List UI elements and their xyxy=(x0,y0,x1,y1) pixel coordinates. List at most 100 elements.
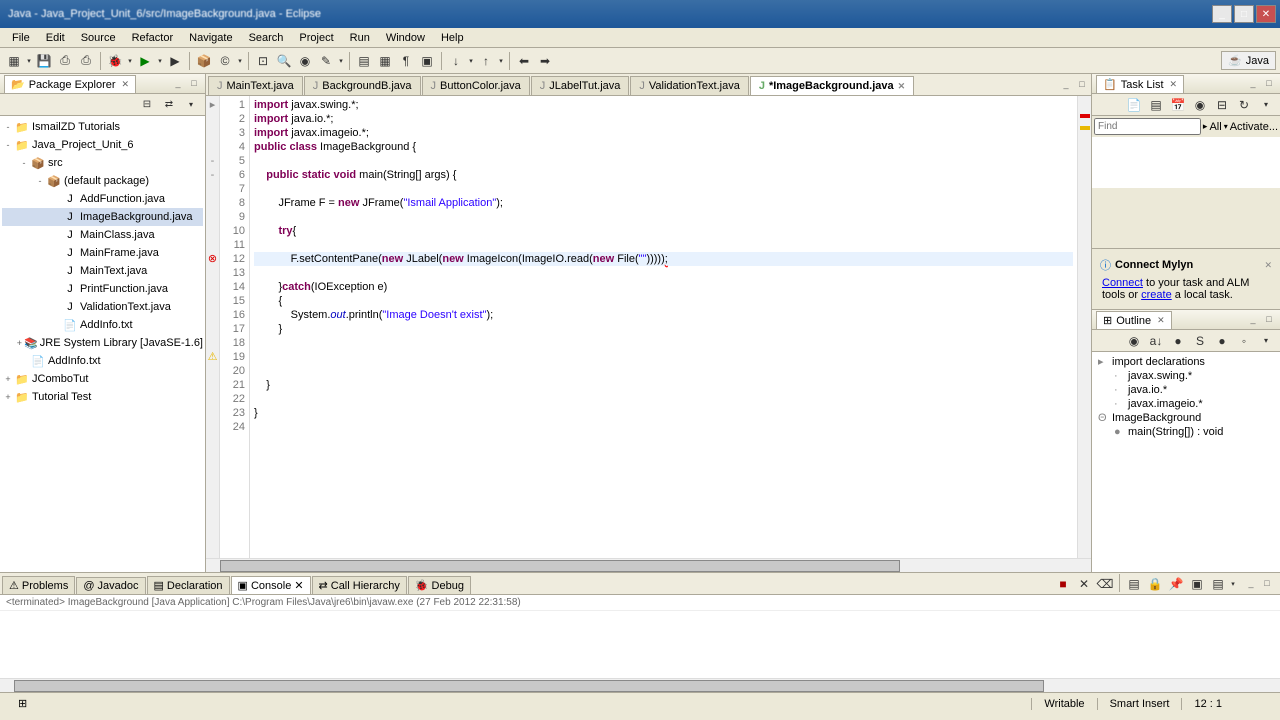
close-tab-icon[interactable]: ✕ xyxy=(898,81,906,92)
expand-toggle[interactable]: - xyxy=(2,140,14,150)
marker-gutter[interactable]: ▸--⊗⚠ xyxy=(206,96,220,558)
dropdown-icon[interactable]: ▾ xyxy=(25,51,33,71)
dropdown-icon[interactable]: ▾ xyxy=(126,51,134,71)
menu-run[interactable]: Run xyxy=(342,30,378,46)
prev-annotation-button[interactable]: ↑ xyxy=(476,51,496,71)
find-dropdown-icon[interactable]: ▾ xyxy=(1224,122,1228,131)
expand-toggle[interactable] xyxy=(50,212,62,222)
editor-hscrollbar[interactable] xyxy=(206,558,1091,572)
annotation-button[interactable]: ✎ xyxy=(316,51,336,71)
maximize-view-button[interactable]: □ xyxy=(1262,78,1276,90)
new-class-button[interactable]: © xyxy=(215,51,235,71)
expand-toggle[interactable] xyxy=(50,302,62,312)
dropdown-icon[interactable]: ▾ xyxy=(337,51,345,71)
editor-tab[interactable]: JBackgroundB.java xyxy=(304,76,421,95)
close-icon[interactable]: ✕ xyxy=(122,79,130,90)
bottom-tab-declaration[interactable]: ▤Declaration xyxy=(147,576,230,594)
console-hscrollbar[interactable] xyxy=(0,678,1280,692)
expand-toggle[interactable] xyxy=(50,248,62,258)
overview-ruler[interactable] xyxy=(1077,96,1091,558)
editor-tab[interactable]: JButtonColor.java xyxy=(422,76,530,95)
bottom-tab-javadoc[interactable]: @Javadoc xyxy=(76,577,145,594)
expand-toggle[interactable] xyxy=(50,230,62,240)
maximize-editor-button[interactable]: □ xyxy=(1075,79,1089,91)
tree-item[interactable]: JImageBackground.java xyxy=(2,208,203,226)
menu-refactor[interactable]: Refactor xyxy=(124,30,182,46)
view-menu-button[interactable]: ▾ xyxy=(1256,95,1276,115)
minimize-button[interactable]: _ xyxy=(1212,5,1232,23)
terminate-button[interactable]: ■ xyxy=(1053,574,1073,594)
open-console-button[interactable]: ▤ xyxy=(1208,574,1228,594)
expand-toggle[interactable] xyxy=(50,266,62,276)
editor-tab[interactable]: JValidationText.java xyxy=(630,76,748,95)
clear-console-button[interactable]: ▤ xyxy=(1124,574,1144,594)
sync-button[interactable]: ↻ xyxy=(1234,95,1254,115)
expand-toggle[interactable]: - xyxy=(2,122,14,132)
tree-item[interactable]: JMainClass.java xyxy=(2,226,203,244)
menu-navigate[interactable]: Navigate xyxy=(181,30,240,46)
expand-toggle[interactable]: + xyxy=(2,374,14,384)
bottom-tab-console[interactable]: ▣Console✕ xyxy=(231,576,311,594)
activate-button[interactable]: Activate... xyxy=(1230,121,1278,133)
package-tree[interactable]: -📁IsmailZD Tutorials-📁Java_Project_Unit_… xyxy=(0,116,205,572)
outline-item[interactable]: ·javax.swing.* xyxy=(1094,369,1278,383)
sort-button[interactable]: a↓ xyxy=(1146,331,1166,351)
debug-button[interactable]: 🐞 xyxy=(105,51,125,71)
minimize-view-button[interactable]: _ xyxy=(1246,78,1260,90)
find-all-button[interactable]: All xyxy=(1209,121,1221,133)
outline-item[interactable]: ▸import declarations xyxy=(1094,354,1278,369)
task-list-tab[interactable]: 📋 Task List ✕ xyxy=(1096,75,1184,93)
editor-tab[interactable]: JJLabelTut.java xyxy=(531,76,630,95)
run-button[interactable]: ▶ xyxy=(135,51,155,71)
minimize-view-button[interactable]: _ xyxy=(1244,578,1258,590)
collapse-button[interactable]: ⊟ xyxy=(1212,95,1232,115)
toggle-block-button[interactable]: ▦ xyxy=(375,51,395,71)
close-icon[interactable]: ✕ xyxy=(1264,260,1272,271)
forward-button[interactable]: ➡ xyxy=(535,51,555,71)
close-button[interactable]: ✕ xyxy=(1256,5,1276,23)
tree-item[interactable]: 📄AddInfo.txt xyxy=(2,352,203,370)
tree-item[interactable]: 📄AddInfo.txt xyxy=(2,316,203,334)
hide-local-button[interactable]: ◦ xyxy=(1234,331,1254,351)
hide-static-button[interactable]: S xyxy=(1190,331,1210,351)
expand-toggle[interactable]: - xyxy=(34,176,46,186)
task-find-input[interactable] xyxy=(1094,118,1201,135)
tree-item[interactable]: JMainFrame.java xyxy=(2,244,203,262)
editor-tab[interactable]: J*ImageBackground.java✕ xyxy=(750,76,914,95)
remove-all-button[interactable]: ⌫ xyxy=(1095,574,1115,594)
menu-source[interactable]: Source xyxy=(73,30,124,46)
menu-project[interactable]: Project xyxy=(291,30,341,46)
menu-file[interactable]: File xyxy=(4,30,38,46)
minimize-view-button[interactable]: _ xyxy=(171,78,185,90)
mark-occurrences-button[interactable]: ▣ xyxy=(417,51,437,71)
new-task-button[interactable]: 📄 xyxy=(1124,95,1144,115)
menu-help[interactable]: Help xyxy=(433,30,472,46)
outline-item[interactable]: ●main(String[]) : void xyxy=(1094,425,1278,439)
create-link[interactable]: create xyxy=(1141,289,1172,301)
close-icon[interactable]: ✕ xyxy=(1157,315,1165,326)
tree-item[interactable]: -📁IsmailZD Tutorials xyxy=(2,118,203,136)
menu-window[interactable]: Window xyxy=(378,30,433,46)
dropdown-icon[interactable]: ▾ xyxy=(1229,574,1237,594)
editor-tab[interactable]: JMainText.java xyxy=(208,76,303,95)
focus-button[interactable]: ◉ xyxy=(1124,331,1144,351)
toggle-breadcrumb-button[interactable]: ▤ xyxy=(354,51,374,71)
dropdown-icon[interactable]: ▾ xyxy=(156,51,164,71)
menu-edit[interactable]: Edit xyxy=(38,30,73,46)
package-explorer-tab[interactable]: 📂 Package Explorer ✕ xyxy=(4,75,136,93)
search-button[interactable]: 🔍 xyxy=(274,51,294,71)
show-whitespace-button[interactable]: ¶ xyxy=(396,51,416,71)
next-annotation-button[interactable]: ↓ xyxy=(446,51,466,71)
tree-item[interactable]: +📚JRE System Library [JavaSE-1.6] xyxy=(2,334,203,352)
dropdown-icon[interactable]: ▾ xyxy=(497,51,505,71)
menu-search[interactable]: Search xyxy=(241,30,292,46)
link-editor-button[interactable]: ⇄ xyxy=(159,95,179,115)
tree-item[interactable]: -📦(default package) xyxy=(2,172,203,190)
dropdown-icon[interactable]: ▾ xyxy=(236,51,244,71)
minimize-view-button[interactable]: _ xyxy=(1246,314,1260,326)
expand-toggle[interactable]: + xyxy=(15,338,24,348)
categorize-button[interactable]: ▤ xyxy=(1146,95,1166,115)
maximize-view-button[interactable]: □ xyxy=(1260,578,1274,590)
expand-toggle[interactable] xyxy=(50,320,62,330)
tree-item[interactable]: JAddFunction.java xyxy=(2,190,203,208)
